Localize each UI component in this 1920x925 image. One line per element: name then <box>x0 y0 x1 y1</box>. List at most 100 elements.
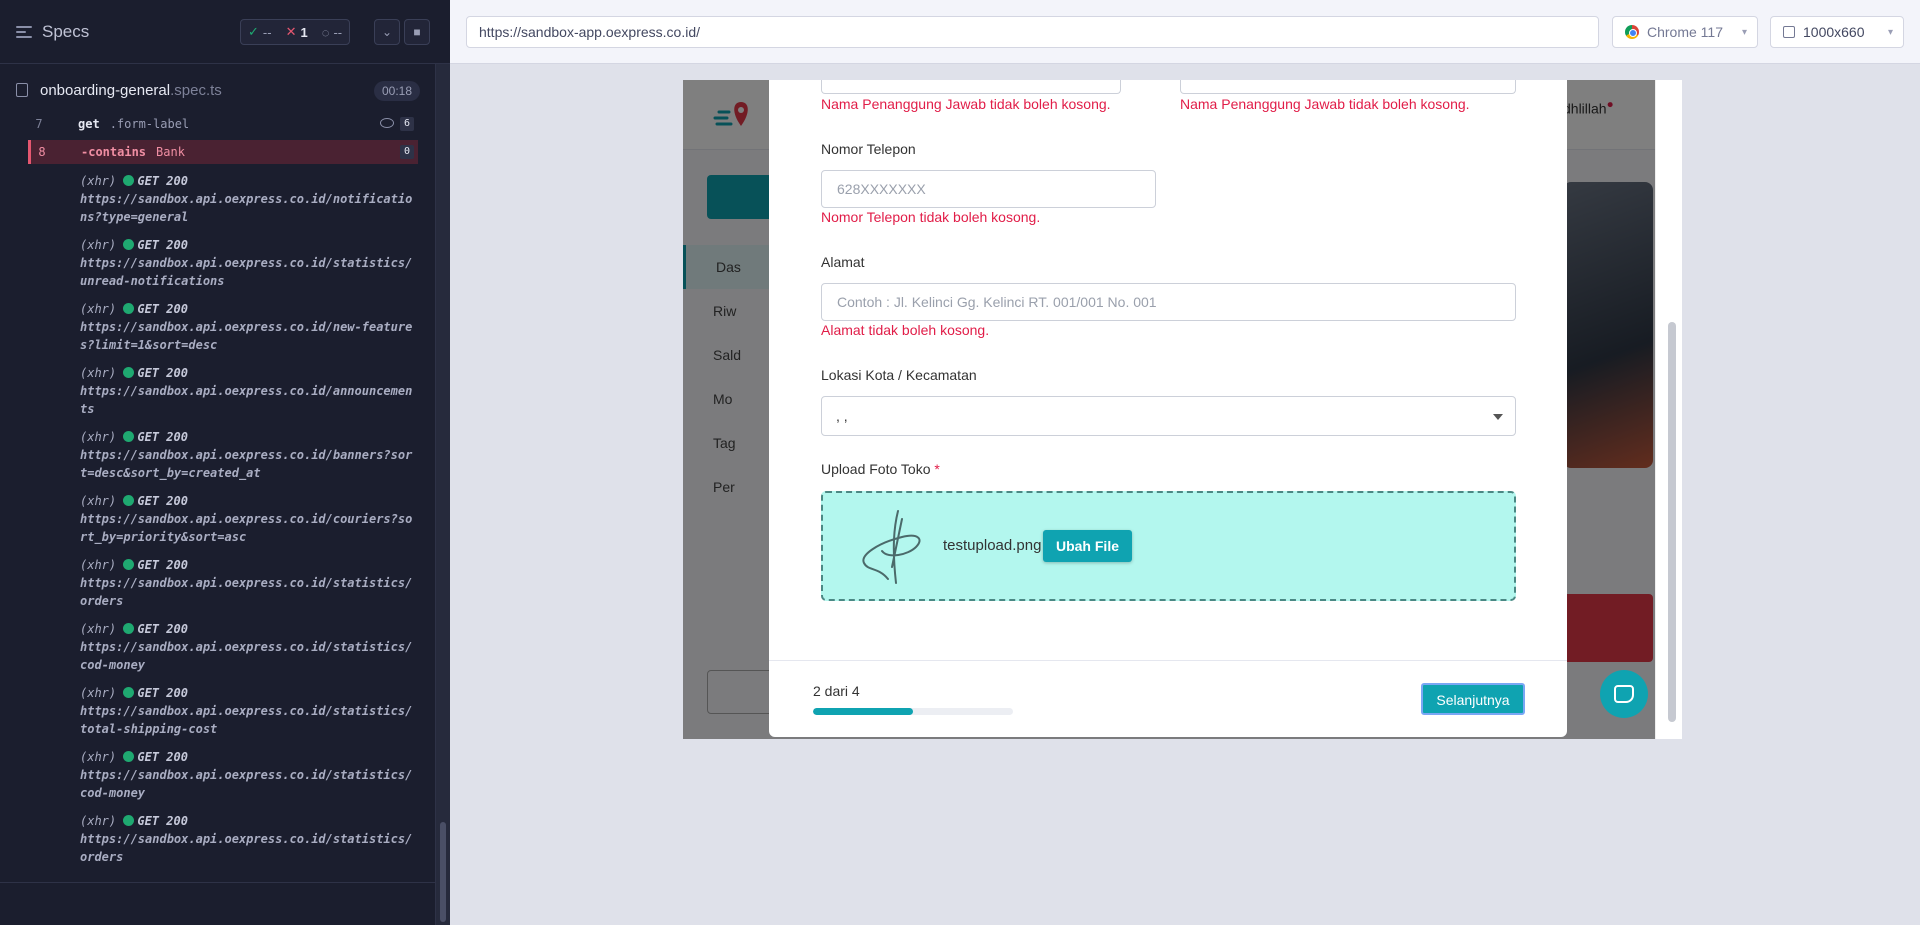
status-dot-icon <box>123 815 135 826</box>
command-log: 7 get .form-label 6 8 -contains Bank 0 (… <box>0 112 420 882</box>
xhr-type: (xhr) <box>80 622 117 636</box>
xhr-entry[interactable]: (xhr) GET 200 https://sandbox.api.oexpres… <box>80 172 415 226</box>
xhr-type: (xhr) <box>80 366 117 380</box>
next-button[interactable]: Selanjutnya <box>1421 683 1525 715</box>
location-select[interactable]: , , <box>821 396 1516 436</box>
app-scrollbar[interactable] <box>1655 80 1682 739</box>
xhr-type: (xhr) <box>80 814 117 828</box>
browser-selector[interactable]: Chrome 117 ▾ <box>1612 16 1758 48</box>
chevron-down-icon[interactable]: ⌄ <box>374 19 400 45</box>
spec-file-row[interactable]: onboarding-general.spec.ts 00:18 <box>0 78 420 104</box>
xhr-entry[interactable]: (xhr) GET 200 https://sandbox.api.oexpres… <box>80 620 415 674</box>
address-error: Alamat tidak boleh kosong. <box>821 322 990 338</box>
xhr-entry[interactable]: (xhr) GET 200 https://sandbox.api.oexpres… <box>80 748 415 802</box>
status-dot-icon <box>123 367 135 378</box>
xhr-entry[interactable]: (xhr) GET 200 https://sandbox.api.oexpres… <box>80 428 415 482</box>
xhr-entry[interactable]: (xhr) GET 200 https://sandbox.api.oexpres… <box>80 236 415 290</box>
change-file-button[interactable]: Ubah File <box>1043 530 1132 562</box>
xhr-type: (xhr) <box>80 686 117 700</box>
chevron-down-icon: ▾ <box>1741 26 1747 38</box>
test-stats: ✓ -- ✕ 1 ◌ -- <box>240 19 351 45</box>
command-arg: Bank <box>156 145 185 159</box>
xhr-method: GET 200 <box>137 750 188 764</box>
browser-toolbar: https://sandbox-app.oexpress.co.id/ Chro… <box>450 0 1920 64</box>
xhr-entry[interactable]: (xhr) GET 200 https://sandbox.api.oexpres… <box>80 556 415 610</box>
command-number: 7 <box>35 117 43 131</box>
phone-error: Nomor Telepon tidak boleh kosong. <box>821 209 1041 225</box>
command-row-failed[interactable]: 8 -contains Bank 0 <box>28 140 418 164</box>
pj-error-2: Nama Penanggung Jawab tidak boleh kosong… <box>1180 96 1470 112</box>
phone-label: Nomor Telepon <box>821 141 916 157</box>
passed-count: ✓ -- <box>248 24 272 40</box>
xhr-url: https://sandbox.api.oexpress.co.id/stati… <box>80 256 413 288</box>
xhr-method: GET 200 <box>137 366 188 380</box>
xhr-type: (xhr) <box>80 174 117 188</box>
progress-fill <box>813 708 913 715</box>
uploaded-file-name: testupload.png <box>943 537 1042 554</box>
upload-dropzone[interactable]: testupload.png Ubah File <box>821 491 1516 601</box>
location-label: Lokasi Kota / Kecamatan <box>821 367 977 383</box>
xhr-url: https://sandbox.api.oexpress.co.id/stati… <box>80 704 413 736</box>
scrollbar-thumb[interactable] <box>440 822 446 922</box>
command-count-badge: 6 <box>400 117 414 131</box>
xhr-method: GET 200 <box>137 686 188 700</box>
runner-header: Specs ✓ -- ✕ 1 ◌ -- ⌄ ■ <box>0 0 450 64</box>
command-arg: .form-label <box>109 117 190 131</box>
xhr-url: https://sandbox.api.oexpress.co.id/notif… <box>80 192 413 224</box>
command-row[interactable]: 7 get .form-label 6 <box>28 112 418 136</box>
status-dot-icon <box>123 751 135 762</box>
xhr-entry[interactable]: (xhr) GET 200 https://sandbox.api.oexpres… <box>80 492 415 546</box>
xhr-url: https://sandbox.api.oexpress.co.id/banne… <box>80 448 413 480</box>
app-under-test: dhlillah● Das Riw Sald Mo Tag Per Nama P… <box>683 80 1682 739</box>
status-dot-icon <box>123 431 135 442</box>
status-dot-icon <box>123 239 135 250</box>
xhr-method: GET 200 <box>137 814 188 828</box>
xhr-entry[interactable]: (xhr) GET 200 https://sandbox.api.oexpres… <box>80 684 415 738</box>
stop-icon[interactable]: ■ <box>404 19 430 45</box>
xhr-method: GET 200 <box>137 494 188 508</box>
pj-name-field-2[interactable] <box>1180 80 1516 94</box>
runner-scrollbar[interactable] <box>435 64 450 925</box>
xhr-url: https://sandbox.api.oexpress.co.id/stati… <box>80 768 413 800</box>
pj-name-field[interactable] <box>821 80 1121 94</box>
xhr-url: https://sandbox.api.oexpress.co.id/new-f… <box>80 320 413 352</box>
pj-error: Nama Penanggung Jawab tidak boleh kosong… <box>821 96 1111 112</box>
xhr-type: (xhr) <box>80 430 117 444</box>
browser-label: Chrome 117 <box>1647 24 1724 40</box>
address-input[interactable]: Contoh : Jl. Kelinci Gg. Kelinci RT. 001… <box>821 283 1516 321</box>
modal-body: Nama Penanggung Jawab tidak boleh kosong… <box>769 80 1567 660</box>
xhr-url: https://sandbox.api.oexpress.co.id/stati… <box>80 832 413 864</box>
command-count-badge: 0 <box>400 145 414 159</box>
viewport-selector[interactable]: 1000x660 ▾ <box>1770 16 1904 48</box>
status-dot-icon <box>123 175 135 186</box>
phone-input[interactable]: 628XXXXXXX <box>821 170 1156 208</box>
onboarding-modal: Nama Penanggung Jawab tidak boleh kosong… <box>769 80 1567 737</box>
step-indicator: 2 dari 4 <box>813 683 860 699</box>
command-name: get <box>78 117 100 131</box>
chat-icon[interactable] <box>1600 670 1648 718</box>
xhr-type: (xhr) <box>80 750 117 764</box>
specs-toggle[interactable]: Specs <box>16 22 89 42</box>
status-dot-icon <box>123 687 135 698</box>
xhr-type: (xhr) <box>80 494 117 508</box>
signature-image <box>862 510 921 584</box>
xhr-entry[interactable]: (xhr) GET 200 https://sandbox.api.oexpres… <box>80 812 415 866</box>
address-label: Alamat <box>821 254 865 270</box>
xhr-entry[interactable]: (xhr) GET 200 https://sandbox.api.oexpres… <box>80 300 415 354</box>
xhr-url: https://sandbox.api.oexpress.co.id/stati… <box>80 576 413 608</box>
chrome-icon <box>1625 25 1639 39</box>
xhr-url: https://sandbox.api.oexpress.co.id/couri… <box>80 512 413 544</box>
document-icon <box>16 83 28 97</box>
status-dot-icon <box>123 559 135 570</box>
url-bar[interactable]: https://sandbox-app.oexpress.co.id/ <box>466 16 1599 48</box>
cypress-runner-panel: Specs ✓ -- ✕ 1 ◌ -- ⌄ ■ onboarding-gener… <box>0 0 450 925</box>
scrollbar-thumb[interactable] <box>1668 322 1676 722</box>
xhr-method: GET 200 <box>137 174 188 188</box>
upload-label: Upload Foto Toko * <box>821 461 940 477</box>
xhr-entry[interactable]: (xhr) GET 200 https://sandbox.api.oexpres… <box>80 364 415 418</box>
caret-down-icon <box>1493 414 1503 420</box>
xhr-url: https://sandbox.api.oexpress.co.id/stati… <box>80 640 413 672</box>
xhr-method: GET 200 <box>137 622 188 636</box>
chevron-down-icon: ▾ <box>1887 26 1893 38</box>
status-dot-icon <box>123 495 135 506</box>
